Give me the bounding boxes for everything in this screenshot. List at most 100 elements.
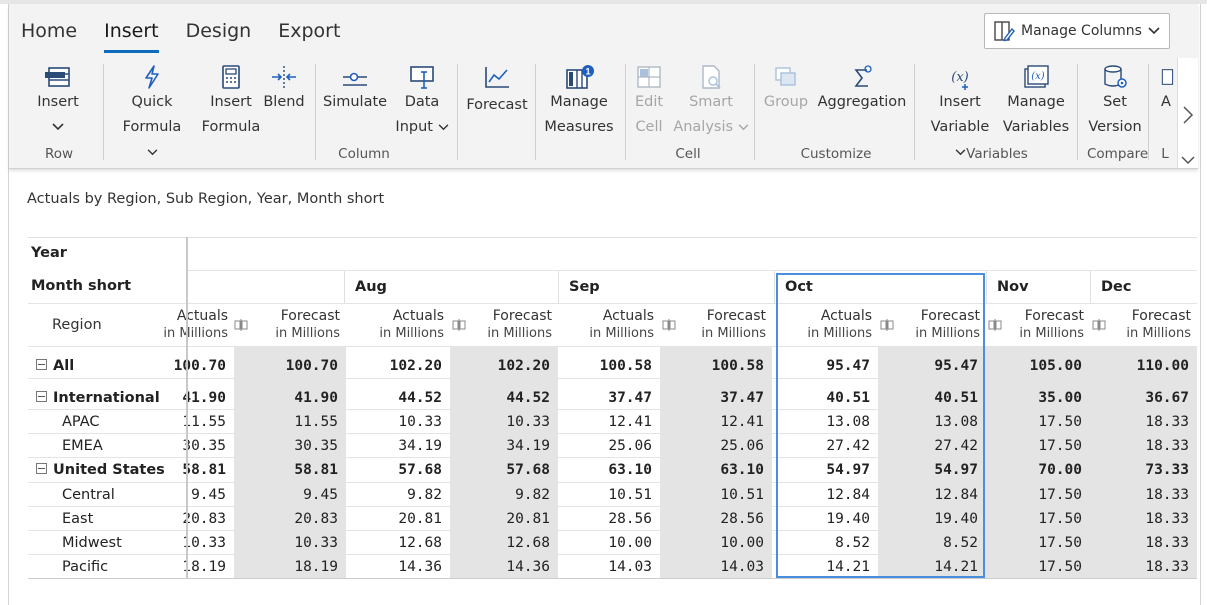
table-cell[interactable]: 12.68 [450,531,558,555]
forecast-column-header[interactable]: Forecast in Millions [986,304,1090,346]
month-header-cell[interactable]: Aug [344,271,558,303]
table-cell[interactable]: 17.50 [986,507,1090,531]
table-cell[interactable]: 34.19 [450,434,558,458]
table-cell[interactable]: 44.52 [346,386,450,410]
table-cell[interactable]: 100.70 [234,354,346,378]
table-cell[interactable]: 18.33 [1090,555,1197,579]
table-cell[interactable]: 17.50 [986,434,1090,458]
actuals-column-header[interactable]: Actuals in Millions [346,304,450,346]
actuals-column-header[interactable]: Actuals in Millions [558,304,660,346]
set-version-button[interactable]: Set Version [1087,62,1143,140]
forecast-column-header[interactable]: Forecast in Millions [450,304,558,346]
forecast-column-header[interactable]: Forecast in Millions [660,304,772,346]
table-cell[interactable]: 20.81 [346,507,450,531]
table-cell[interactable]: 110.00 [1090,354,1197,378]
table-cell[interactable]: 28.56 [558,507,660,531]
table-cell[interactable]: 25.06 [660,434,772,458]
manage-columns-button[interactable]: Manage Columns [984,13,1170,49]
table-cell[interactable]: 10.51 [558,483,660,507]
month-header-cell[interactable]: Dec [1090,271,1197,303]
table-cell[interactable]: 57.68 [450,458,558,482]
table-cell[interactable]: 100.58 [558,354,660,378]
table-cell[interactable]: 12.41 [558,410,660,434]
manage-variables-button[interactable]: (x) Manage Variables [1001,62,1071,140]
table-cell[interactable]: 18.33 [1090,434,1197,458]
table-cell[interactable]: 73.33 [1090,458,1197,482]
table-cell[interactable]: 37.47 [558,386,660,410]
table-cell[interactable]: 17.50 [986,410,1090,434]
actuals-column-header[interactable]: Actuals in Millions [158,304,234,346]
table-cell[interactable]: 18.19 [234,555,346,579]
table-cell[interactable]: 14.36 [346,555,450,579]
month-header-cell[interactable]: Oct [774,271,986,303]
table-cell[interactable]: 27.42 [878,434,986,458]
table-cell[interactable]: 10.51 [660,483,772,507]
table-cell[interactable]: 10.00 [660,531,772,555]
table-cell[interactable]: 13.08 [772,410,878,434]
insert-formula-button[interactable]: Insert Formula [201,62,261,140]
table-cell[interactable]: 20.83 [234,507,346,531]
chevron-down-icon[interactable] [1181,156,1195,165]
month-header-cell[interactable]: Sep [558,271,772,303]
table-cell[interactable]: 14.21 [878,555,986,579]
group-button[interactable]: Group [761,62,811,115]
table-cell[interactable]: 18.33 [1090,410,1197,434]
smart-analysis-button[interactable]: Smart Analysis [673,62,749,140]
edit-cell-button[interactable]: Edit Cell [631,62,667,140]
table-cell[interactable]: 19.40 [772,507,878,531]
tab-insert[interactable]: Insert [104,18,159,53]
table-cell[interactable]: 102.20 [450,354,558,378]
tab-design[interactable]: Design [186,18,252,50]
forecast-column-header[interactable]: Forecast in Millions [234,304,346,346]
table-cell[interactable]: 63.10 [660,458,772,482]
table-cell[interactable]: 28.56 [660,507,772,531]
table-cell[interactable]: 11.55 [234,410,346,434]
blend-button[interactable]: Blend [261,62,307,115]
table-cell[interactable]: 44.52 [450,386,558,410]
table-cell[interactable]: 34.19 [346,434,450,458]
table-cell[interactable]: 10.33 [346,410,450,434]
chevron-right-icon[interactable] [1182,106,1194,124]
partial-ribbon-button[interactable]: A [1155,62,1177,115]
month-header-cell[interactable]: Nov [986,271,1090,303]
table-cell[interactable]: 25.06 [558,434,660,458]
table-cell[interactable]: 40.51 [878,386,986,410]
insert-row-button[interactable]: Insert [33,62,83,140]
table-cell[interactable]: 30.35 [234,434,346,458]
table-cell[interactable]: 100.58 [660,354,772,378]
table-cell[interactable]: 95.47 [878,354,986,378]
table-cell[interactable]: 10.00 [558,531,660,555]
table-cell[interactable]: 35.00 [986,386,1090,410]
table-cell[interactable]: 14.36 [450,555,558,579]
simulate-button[interactable]: Simulate [323,62,387,115]
table-cell[interactable]: 17.50 [986,531,1090,555]
actuals-column-header[interactable]: Actuals in Millions [772,304,878,346]
table-cell[interactable]: 12.84 [772,483,878,507]
table-cell[interactable]: 40.51 [772,386,878,410]
table-cell[interactable]: 17.50 [986,555,1090,579]
forecast-button[interactable]: Forecast [463,62,531,118]
table-cell[interactable]: 10.33 [450,410,558,434]
table-cell[interactable]: 20.81 [450,507,558,531]
table-cell[interactable]: 18.33 [1090,483,1197,507]
table-cell[interactable]: 27.42 [772,434,878,458]
table-cell[interactable]: 95.47 [772,354,878,378]
table-cell[interactable]: 63.10 [558,458,660,482]
tab-export[interactable]: Export [278,18,340,50]
table-cell[interactable]: 70.00 [986,458,1090,482]
table-cell[interactable]: 12.68 [346,531,450,555]
forecast-column-header[interactable]: Forecast in Millions [878,304,986,346]
forecast-column-header[interactable]: Forecast in Millions [1090,304,1197,346]
table-cell[interactable]: 14.03 [660,555,772,579]
table-cell[interactable]: 13.08 [878,410,986,434]
tab-home[interactable]: Home [21,18,77,50]
table-cell[interactable]: 18.33 [1090,531,1197,555]
manage-measures-button[interactable]: 1 Manage Measures [543,62,615,140]
table-cell[interactable]: 9.82 [346,483,450,507]
table-cell[interactable]: 9.82 [450,483,558,507]
table-cell[interactable]: 18.33 [1090,507,1197,531]
table-cell[interactable]: 36.67 [1090,386,1197,410]
quick-formula-button[interactable]: Quick Formula [115,62,189,165]
table-cell[interactable]: 14.03 [558,555,660,579]
table-cell[interactable]: 41.90 [234,386,346,410]
